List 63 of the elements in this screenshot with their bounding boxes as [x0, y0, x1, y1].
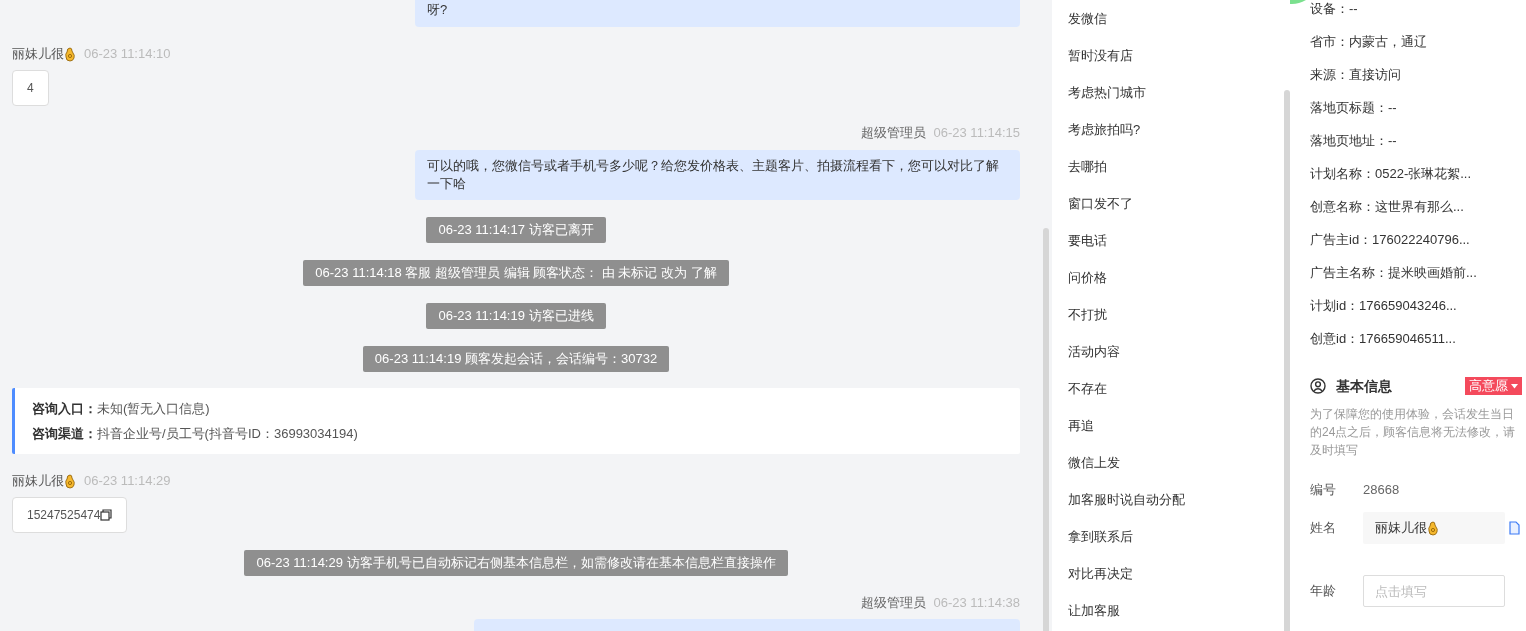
- info-text: 落地页标题：--: [1310, 98, 1397, 117]
- quick-reply-item[interactable]: 微信上发: [1068, 452, 1120, 473]
- copy-icon[interactable]: [100, 509, 113, 521]
- info-text: 来源：直接访问: [1310, 65, 1401, 84]
- quick-reply-item[interactable]: 对比再决定: [1068, 563, 1133, 584]
- system-notice: 06-23 11:14:19 顾客发起会话，会话编号：30732: [362, 346, 670, 372]
- scrollbar-thumb[interactable]: [1043, 228, 1049, 631]
- info-text: 广告主id：176022240796...: [1310, 230, 1470, 249]
- info-text: 设备：--: [1310, 0, 1358, 18]
- quick-reply-item[interactable]: 不打扰: [1068, 304, 1107, 325]
- field-label: 咨询入口：: [32, 399, 97, 418]
- system-notice: 06-23 11:14:29 访客手机号已自动标记右侧基本信息栏，如需修改请在基本信息栏直接操作: [244, 550, 788, 576]
- message-time: 06-23 11:14:29: [84, 472, 171, 491]
- field-value: 28668: [1363, 481, 1400, 500]
- quick-reply-item[interactable]: 问价格: [1068, 267, 1107, 288]
- quick-reply-item[interactable]: 拿到联系后: [1068, 526, 1133, 547]
- quick-reply-item[interactable]: 活动内容: [1068, 341, 1120, 362]
- message-bubble: 呀?: [415, 0, 1020, 27]
- field-value: 抖音企业号/员工号(抖音号ID：36993034194): [97, 424, 358, 443]
- notice-text: 为了保障您的使用体验，会话发生当日的24点之后，顾客信息将无法修改，请及时填写: [1310, 406, 1517, 459]
- quick-reply-item[interactable]: 不存在: [1068, 378, 1107, 399]
- sender-name: 丽妹儿很: [12, 44, 76, 64]
- message-time: 06-23 11:14:15: [933, 124, 1020, 143]
- quick-reply-item[interactable]: 要电话: [1068, 230, 1107, 251]
- quick-reply-item[interactable]: 暂时没有店: [1068, 45, 1133, 66]
- intent-dropdown[interactable]: 高意愿: [1465, 377, 1522, 395]
- info-text: 省市：内蒙古，通辽: [1310, 32, 1427, 51]
- field-label: 编号: [1310, 481, 1337, 500]
- sender-name: 超级管理员: [860, 124, 926, 143]
- message-bubble: 15247525474: [12, 497, 128, 533]
- scrollbar-thumb[interactable]: [1284, 90, 1290, 631]
- field-label: 咨询渠道：: [32, 424, 97, 443]
- quick-reply-item[interactable]: 让加客服: [1068, 600, 1120, 621]
- quick-reply-item[interactable]: 去哪拍: [1068, 156, 1107, 177]
- info-text: 创意id：176659046511...: [1310, 329, 1456, 348]
- message-time: 06-23 11:14:10: [84, 45, 171, 64]
- info-text: 落地页地址：--: [1310, 131, 1397, 150]
- quick-reply-item[interactable]: 考虑旅拍吗?: [1068, 119, 1141, 140]
- quick-reply-item[interactable]: 再追: [1068, 415, 1094, 436]
- section-title: 基本信息: [1336, 376, 1392, 396]
- quick-reply-item[interactable]: 加客服时说自动分配: [1068, 489, 1185, 510]
- field-label: 姓名: [1310, 519, 1337, 538]
- system-notice: 06-23 11:14:18 客服 超级管理员 编辑 顾客状态： 由 未标记 改为 了解: [303, 260, 729, 286]
- info-text: 创意名称：这世界有那么...: [1310, 197, 1464, 216]
- info-text: 计划名称：0522-张琳花絮...: [1310, 164, 1472, 183]
- user-circle-icon: [1310, 378, 1326, 394]
- system-notice: 06-23 11:14:17 访客已离开: [426, 217, 606, 243]
- system-notice: 06-23 11:14:19 访客已进线: [426, 303, 606, 329]
- sender-name: 超级管理员: [860, 594, 926, 613]
- message-time: 06-23 11:14:38: [933, 594, 1020, 613]
- info-text: 计划id：176659043246...: [1310, 296, 1457, 315]
- info-text: 广告主名称：提米映画婚前...: [1310, 263, 1477, 282]
- age-input[interactable]: 点击填写: [1363, 575, 1505, 607]
- field-label: 年龄: [1310, 582, 1337, 601]
- field-value: 未知(暂无入口信息): [97, 399, 210, 418]
- quick-reply-item[interactable]: 窗口发不了: [1068, 193, 1133, 214]
- caret-icon: [1511, 383, 1518, 389]
- sender-name: 丽妹儿很: [12, 471, 76, 491]
- message-bubble: 可以的哦，您微信号或者手机号多少呢？给您发价格表、主题客片、拍摄流程看下，您可以对比了解一下哈: [415, 150, 1020, 200]
- name-field[interactable]: 丽妹儿很: [1363, 512, 1505, 544]
- message-bubble: 4: [12, 70, 49, 106]
- quick-reply-item[interactable]: 发微信: [1068, 8, 1107, 29]
- quick-reply-item[interactable]: 考虑热门城市: [1068, 82, 1146, 103]
